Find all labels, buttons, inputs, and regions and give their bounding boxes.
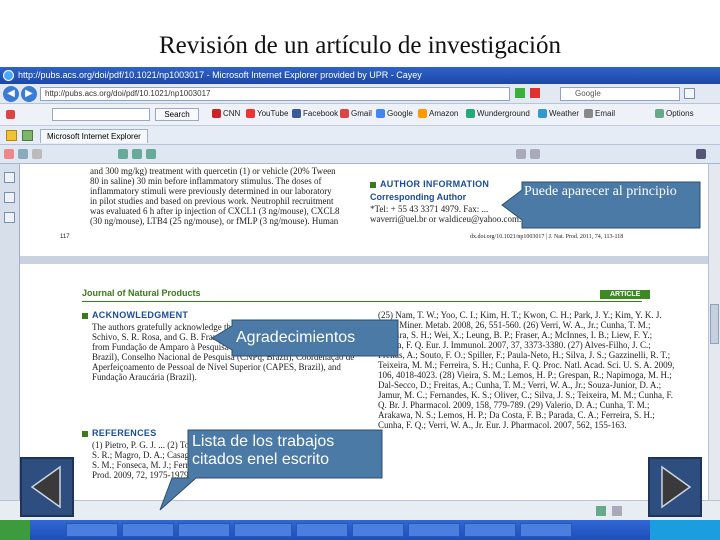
previous-slide-button[interactable]	[20, 457, 74, 517]
next-slide-button[interactable]	[648, 457, 702, 517]
callout-references-text: Lista de los trabajos citados enel escri…	[192, 433, 335, 468]
callout-acknowledgment-text: Agradecimientos	[236, 329, 356, 346]
right-arrow-icon	[661, 465, 692, 509]
left-arrow-icon	[30, 465, 61, 509]
callout-author-info-text: Puede aparecer al principio	[524, 184, 677, 199]
